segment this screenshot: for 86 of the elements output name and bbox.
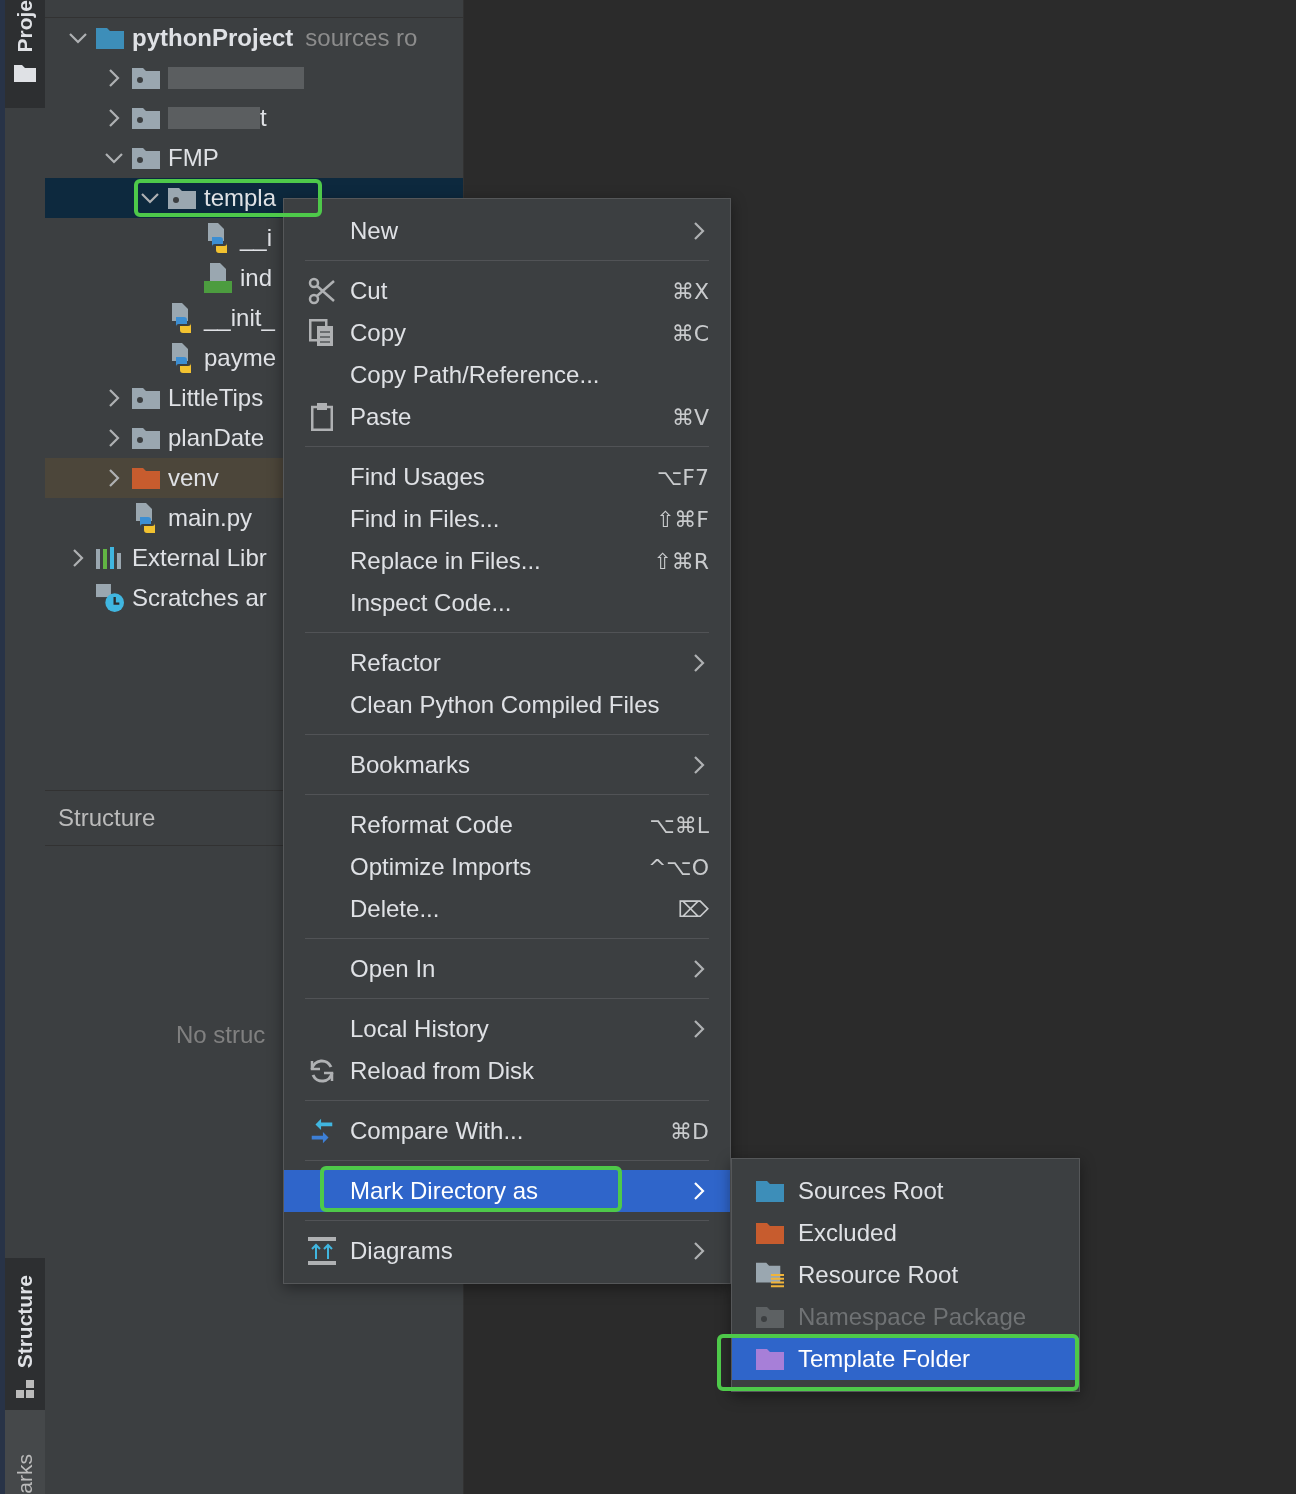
menu-item[interactable]: Diagrams xyxy=(284,1230,730,1272)
menu-item[interactable]: Resource Root xyxy=(732,1254,1079,1296)
menu-item[interactable]: Sources Root xyxy=(732,1170,1079,1212)
menu-item[interactable]: Open In xyxy=(284,948,730,990)
tool-window-tab[interactable]: Structure xyxy=(5,1258,45,1410)
folder-icon xyxy=(14,65,36,82)
folder-icon xyxy=(132,427,160,449)
expand-chevron-icon[interactable] xyxy=(108,428,120,448)
tree-item[interactable]: LittleTips xyxy=(168,384,264,412)
tree-item[interactable]: t xyxy=(260,104,267,132)
shortcut-hint: ⌥F7 xyxy=(657,464,709,490)
collapse-chevron-icon[interactable] xyxy=(68,32,88,44)
copy-icon xyxy=(309,319,335,347)
tree-item[interactable]: planDate xyxy=(168,424,265,452)
menu-item[interactable]: Clean Python Compiled Files xyxy=(284,684,730,726)
reload-icon xyxy=(308,1057,336,1085)
menu-item[interactable]: New xyxy=(284,210,730,252)
tree-item[interactable]: Scratches ar xyxy=(132,584,267,612)
shortcut-hint: ⌘D xyxy=(670,1118,709,1144)
diagram-icon xyxy=(308,1237,336,1265)
clipboard-icon xyxy=(311,403,333,431)
menu-item[interactable]: Cut ⌘X xyxy=(284,270,730,312)
shortcut-hint: ⌥⌘L xyxy=(649,812,709,838)
tree-item[interactable]: External Libr xyxy=(132,544,267,572)
tree-item[interactable]: templa xyxy=(204,184,277,212)
scratch-clock-icon xyxy=(96,583,124,613)
folder-icon xyxy=(132,107,160,129)
tree-item[interactable]: FMP xyxy=(168,144,219,172)
menu-item[interactable]: Refactor xyxy=(284,642,730,684)
scissors-icon xyxy=(308,277,336,305)
menu-item[interactable]: Reload from Disk xyxy=(284,1050,730,1092)
collapse-chevron-icon[interactable] xyxy=(104,152,124,164)
shortcut-hint: ⌘C xyxy=(671,320,709,346)
menu-item[interactable]: Local History xyxy=(284,1008,730,1050)
shortcut-hint: ^⌥O xyxy=(647,854,709,880)
structure-icon xyxy=(16,1380,34,1398)
shortcut-hint: ⇧⌘F xyxy=(655,506,709,532)
menu-item[interactable]: Paste ⌘V xyxy=(284,396,730,438)
tree-item-hint: sources ro xyxy=(305,24,418,52)
expand-chevron-icon[interactable] xyxy=(108,108,120,128)
folder-icon xyxy=(132,67,160,89)
folder-icon xyxy=(756,1306,784,1328)
shortcut-hint: ⌦ xyxy=(677,896,709,922)
menu-item[interactable]: Optimize Imports ^⌥O xyxy=(284,846,730,888)
menu-item[interactable]: Copy Path/Reference... xyxy=(284,354,730,396)
menu-item[interactable]: Compare With... ⌘D xyxy=(284,1110,730,1152)
collapse-chevron-icon[interactable] xyxy=(140,192,160,204)
expand-chevron-icon[interactable] xyxy=(108,468,120,488)
folder-icon xyxy=(756,1222,784,1244)
tree-item[interactable]: __i xyxy=(240,224,273,252)
expand-chevron-icon[interactable] xyxy=(108,68,120,88)
tool-window-tab[interactable]: Proje xyxy=(5,0,45,108)
menu-item[interactable]: Copy ⌘C xyxy=(284,312,730,354)
shortcut-hint: ⇧⌘R xyxy=(653,548,709,574)
tree-item[interactable]: ind xyxy=(240,264,273,292)
tree-item[interactable]: main.py xyxy=(168,504,253,532)
menu-item[interactable]: Delete... ⌦ xyxy=(284,888,730,930)
library-bars-icon xyxy=(96,547,124,569)
shortcut-hint: ⌘X xyxy=(671,278,709,304)
menu-item[interactable]: Replace in Files... ⇧⌘R xyxy=(284,540,730,582)
folder-icon xyxy=(756,1180,784,1202)
html-file-icon xyxy=(204,263,232,293)
folder-icon xyxy=(168,187,196,209)
menu-item[interactable]: Find in Files... ⇧⌘F xyxy=(284,498,730,540)
folder-icon xyxy=(756,1348,784,1370)
menu-item[interactable]: Inspect Code... xyxy=(284,582,730,624)
menu-item[interactable]: Reformat Code ⌥⌘L xyxy=(284,804,730,846)
tool-window-tab[interactable]: arks xyxy=(5,1410,45,1494)
folder-icon xyxy=(132,387,160,409)
menu-item[interactable]: Bookmarks xyxy=(284,744,730,786)
menu-item[interactable]: Mark Directory as xyxy=(284,1170,730,1212)
menu-item[interactable]: Find Usages ⌥F7 xyxy=(284,456,730,498)
tree-item[interactable]: payme xyxy=(204,344,277,372)
shortcut-hint: ⌘V xyxy=(671,404,709,430)
empty-message: No struc xyxy=(176,1021,266,1049)
tree-item[interactable]: venv xyxy=(168,464,219,492)
tree-item[interactable]: pythonProject xyxy=(132,24,294,52)
folder-icon xyxy=(96,27,124,49)
folder-icon xyxy=(132,467,160,489)
tree-item[interactable]: __init_ xyxy=(204,304,275,332)
menu-item[interactable]: Excluded xyxy=(732,1212,1079,1254)
folder-icon xyxy=(132,147,160,169)
expand-chevron-icon[interactable] xyxy=(108,388,120,408)
expand-chevron-icon[interactable] xyxy=(72,548,84,568)
panel-title: Structure xyxy=(58,804,156,832)
resource-folder-icon xyxy=(756,1261,784,1289)
